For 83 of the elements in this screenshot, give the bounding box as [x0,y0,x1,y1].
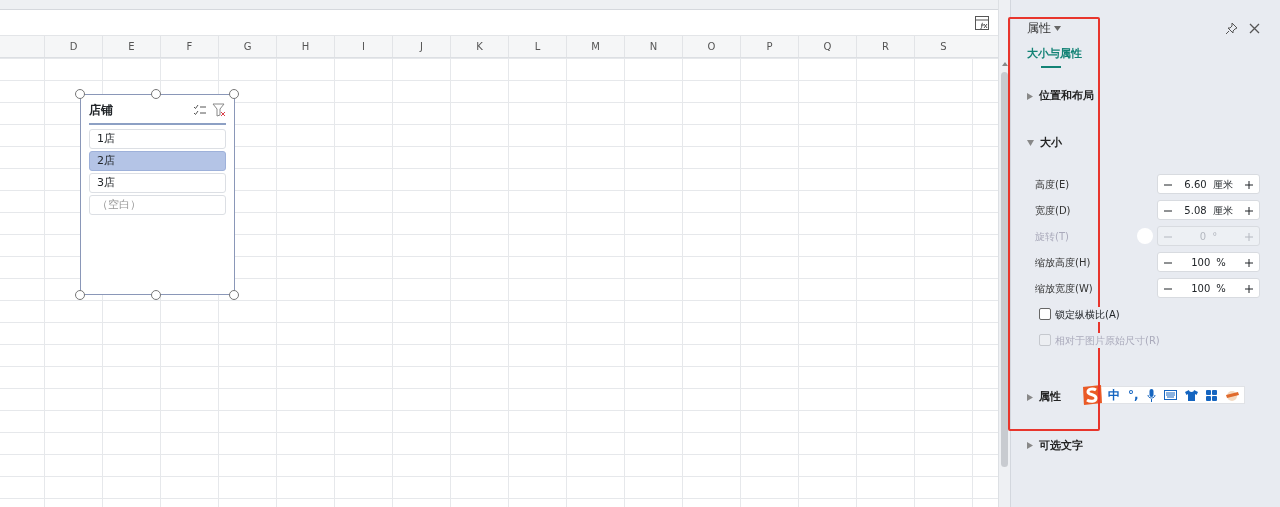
close-icon[interactable] [1249,22,1260,34]
collapsed-triangle-icon [1027,393,1033,401]
keyboard-icon[interactable] [1163,390,1177,400]
ime-logo-icon[interactable] [1080,383,1104,407]
function-icon[interactable] [974,14,990,31]
resize-handle[interactable] [229,89,239,99]
column-header[interactable]: S [914,36,972,57]
collapsed-triangle-icon [1027,92,1033,100]
checkbox[interactable] [1039,308,1051,320]
field-value: 5.08 [1184,203,1207,218]
field-value: 6.60 [1184,177,1207,192]
plus-button[interactable] [1245,256,1253,268]
column-header[interactable]: G [218,36,276,57]
field-label: 缩放宽度(W) [1035,281,1094,296]
shirt-icon[interactable] [1184,389,1198,401]
ime-toolbar[interactable]: 中 °, [1083,386,1245,404]
column-header[interactable]: L [508,36,566,57]
resize-handle[interactable] [151,290,161,300]
plus-icon [1245,258,1253,267]
field-label: 缩放高度(H) [1035,255,1092,270]
tab[interactable]: 大小与属性 [1027,45,1082,68]
spin-field[interactable]: 100 % [1157,252,1260,272]
section-header[interactable]: 可选文字 [1027,437,1083,454]
multi-select-icon[interactable] [192,104,207,116]
resize-handle[interactable] [75,89,85,99]
section-header[interactable]: 位置和布局 [1027,88,1094,105]
clear-filter-icon[interactable] [212,103,226,117]
resize-handle[interactable] [75,290,85,300]
plus-button[interactable] [1245,178,1253,190]
column-header[interactable]: D [44,36,102,57]
apps-icon[interactable] [1205,389,1217,401]
column-header[interactable]: I [334,36,392,57]
unit-label: % [1216,255,1226,270]
unit-label: % [1216,281,1226,296]
collapsed-triangle-icon [1027,442,1033,450]
column-header[interactable]: N [624,36,682,57]
slicer-item[interactable]: 1店 [89,129,226,149]
column-header[interactable]: Q [798,36,856,57]
pin-icon[interactable] [1225,21,1238,35]
plus-icon [1245,232,1253,241]
column-header[interactable]: F [160,36,218,57]
unit-label: 厘米 [1212,177,1233,192]
field-value: 100 [1191,281,1211,296]
plus-icon [1245,206,1253,215]
plus-button[interactable] [1245,204,1253,216]
slicer-panel[interactable]: 店铺 1店 2店 3店 （空白） [80,94,235,295]
field-label: 宽度(D) [1035,203,1072,218]
section-header[interactable]: 属性 [1027,389,1061,406]
column-header[interactable]: O [682,36,740,57]
scrollbar-thumb[interactable] [1001,72,1008,467]
field-label: 旋转(T) [1035,229,1070,244]
spin-field[interactable]: 100 % [1157,278,1260,298]
scroll-up-icon[interactable] [1001,62,1008,66]
slicer-item[interactable]: 3店 [89,173,226,193]
panel-title[interactable]: 属性 [1027,19,1061,37]
field-label: 高度(E) [1035,177,1071,192]
ime-label[interactable]: °, [1128,386,1139,404]
column-header[interactable]: P [740,36,798,57]
section-header[interactable]: 大小 [1027,134,1062,151]
resize-handle[interactable] [229,290,239,300]
slicer-item[interactable]: 2店 [89,151,226,171]
plus-icon [1245,180,1253,189]
checkbox-label: 锁定纵横比(A) [1055,306,1120,322]
field-value: 100 [1191,255,1211,270]
column-header[interactable]: J [392,36,450,57]
resize-handle[interactable] [151,89,161,99]
mic-icon[interactable] [1146,388,1156,402]
spin-field[interactable]: 6.60 厘米 [1157,174,1260,194]
expanded-triangle-icon [1027,139,1034,146]
ime-label[interactable]: 中 [1108,386,1120,404]
column-header[interactable]: H [276,36,334,57]
column-header[interactable]: E [102,36,160,57]
plus-button[interactable] [1245,282,1253,294]
unit-label: ° [1212,229,1218,244]
unit-label: 厘米 [1212,203,1233,218]
column-header[interactable]: K [450,36,508,57]
slicer-title: 店铺 [89,102,113,119]
spin-field[interactable]: 5.08 厘米 [1157,200,1260,220]
column-header[interactable]: M [566,36,624,57]
column-header[interactable]: R [856,36,914,57]
plus-icon [1245,284,1253,293]
caret-icon [1053,25,1061,31]
toolbox-icon[interactable] [1224,389,1240,401]
